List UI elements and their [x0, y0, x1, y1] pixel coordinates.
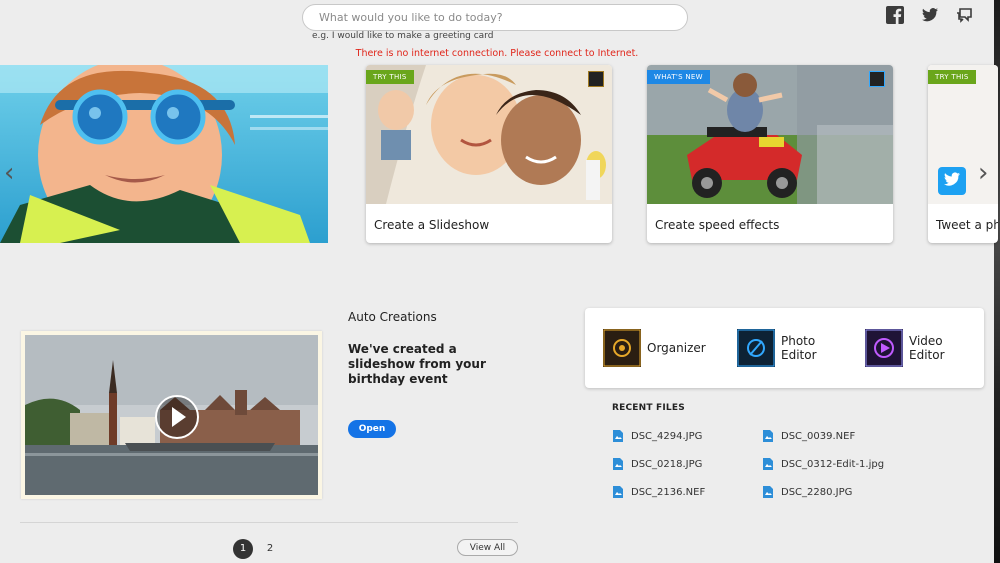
hero-image — [0, 65, 328, 243]
connection-error-message: There is no internet connection. Please … — [355, 48, 639, 59]
recent-file-name: DSC_0039.NEF — [781, 430, 856, 442]
organizer-label: Organizer — [647, 341, 706, 355]
card-create-speed-effects[interactable]: WHAT'S NEW Create speed effects — [647, 65, 893, 243]
feedback-icon[interactable] — [955, 6, 973, 24]
video-editor-label: Video Editor — [909, 334, 945, 362]
organizer-icon — [603, 329, 641, 367]
recent-file-item[interactable]: DSC_0218.JPG — [612, 457, 702, 471]
card-image — [366, 65, 612, 204]
app-launcher-panel: Organizer Photo Editor Video Editor — [585, 308, 984, 388]
photo-editor-icon — [737, 329, 775, 367]
video-editor-button[interactable]: Video Editor — [865, 329, 979, 367]
image-file-icon — [763, 486, 773, 498]
auto-creations-title: Auto Creations — [348, 310, 437, 324]
image-file-icon — [613, 486, 623, 498]
card-image — [647, 65, 893, 204]
facebook-icon[interactable] — [886, 6, 904, 24]
recent-file-name: DSC_2136.NEF — [631, 486, 706, 498]
video-editor-icon — [865, 329, 903, 367]
recent-file-item[interactable]: DSC_0039.NEF — [762, 429, 855, 443]
recent-file-item[interactable]: DSC_4294.JPG — [612, 429, 702, 443]
recent-files-title: RECENT FILES — [612, 403, 685, 413]
badge-whats-new: WHAT'S NEW — [647, 70, 710, 84]
organizer-small-icon — [588, 71, 604, 87]
photo-editor-label: Photo Editor — [781, 334, 817, 362]
view-all-button[interactable]: View All — [457, 539, 518, 556]
card-create-slideshow[interactable]: TRY THIS Create a Slideshow — [366, 65, 612, 243]
image-file-icon — [613, 430, 623, 442]
editor-small-icon — [869, 71, 885, 87]
card-tweet-photo[interactable]: TRY THIS Tweet a ph — [928, 65, 998, 243]
search-input[interactable] — [303, 5, 687, 30]
recent-file-name: DSC_0312-Edit-1.jpg — [781, 458, 885, 470]
badge-try-this: TRY THIS — [366, 70, 414, 84]
recent-file-item[interactable]: DSC_2136.NEF — [612, 485, 705, 499]
carousel-prev-icon[interactable]: ‹ — [4, 158, 14, 188]
photo-editor-button[interactable]: Photo Editor — [737, 329, 851, 367]
card-caption: Create a Slideshow — [374, 218, 490, 232]
badge-try-this: TRY THIS — [928, 70, 976, 84]
twitter-icon[interactable] — [921, 6, 939, 24]
recent-file-item[interactable]: DSC_2280.JPG — [762, 485, 852, 499]
image-file-icon — [613, 458, 623, 470]
recent-file-name: DSC_0218.JPG — [631, 458, 703, 470]
image-file-icon — [763, 458, 773, 470]
divider — [20, 522, 518, 523]
auto-creation-thumbnail[interactable] — [21, 331, 322, 499]
recent-file-name: DSC_4294.JPG — [631, 430, 703, 442]
open-button[interactable]: Open — [348, 420, 396, 438]
recent-file-item[interactable]: DSC_0312-Edit-1.jpg — [762, 457, 884, 471]
search-hint: e.g. I would like to make a greeting car… — [312, 31, 494, 41]
page-1-button[interactable]: 1 — [233, 539, 253, 559]
search-box[interactable] — [302, 4, 688, 31]
auto-creations-message: We've created a slideshow from your birt… — [348, 342, 486, 386]
organizer-button[interactable]: Organizer — [603, 329, 717, 367]
image-file-icon — [763, 430, 773, 442]
page-2-button[interactable]: 2 — [260, 539, 280, 559]
card-caption: Create speed effects — [655, 218, 780, 232]
carousel-next-icon[interactable]: › — [978, 158, 988, 188]
recent-file-name: DSC_2280.JPG — [781, 486, 853, 498]
card-caption: Tweet a ph — [936, 218, 998, 232]
